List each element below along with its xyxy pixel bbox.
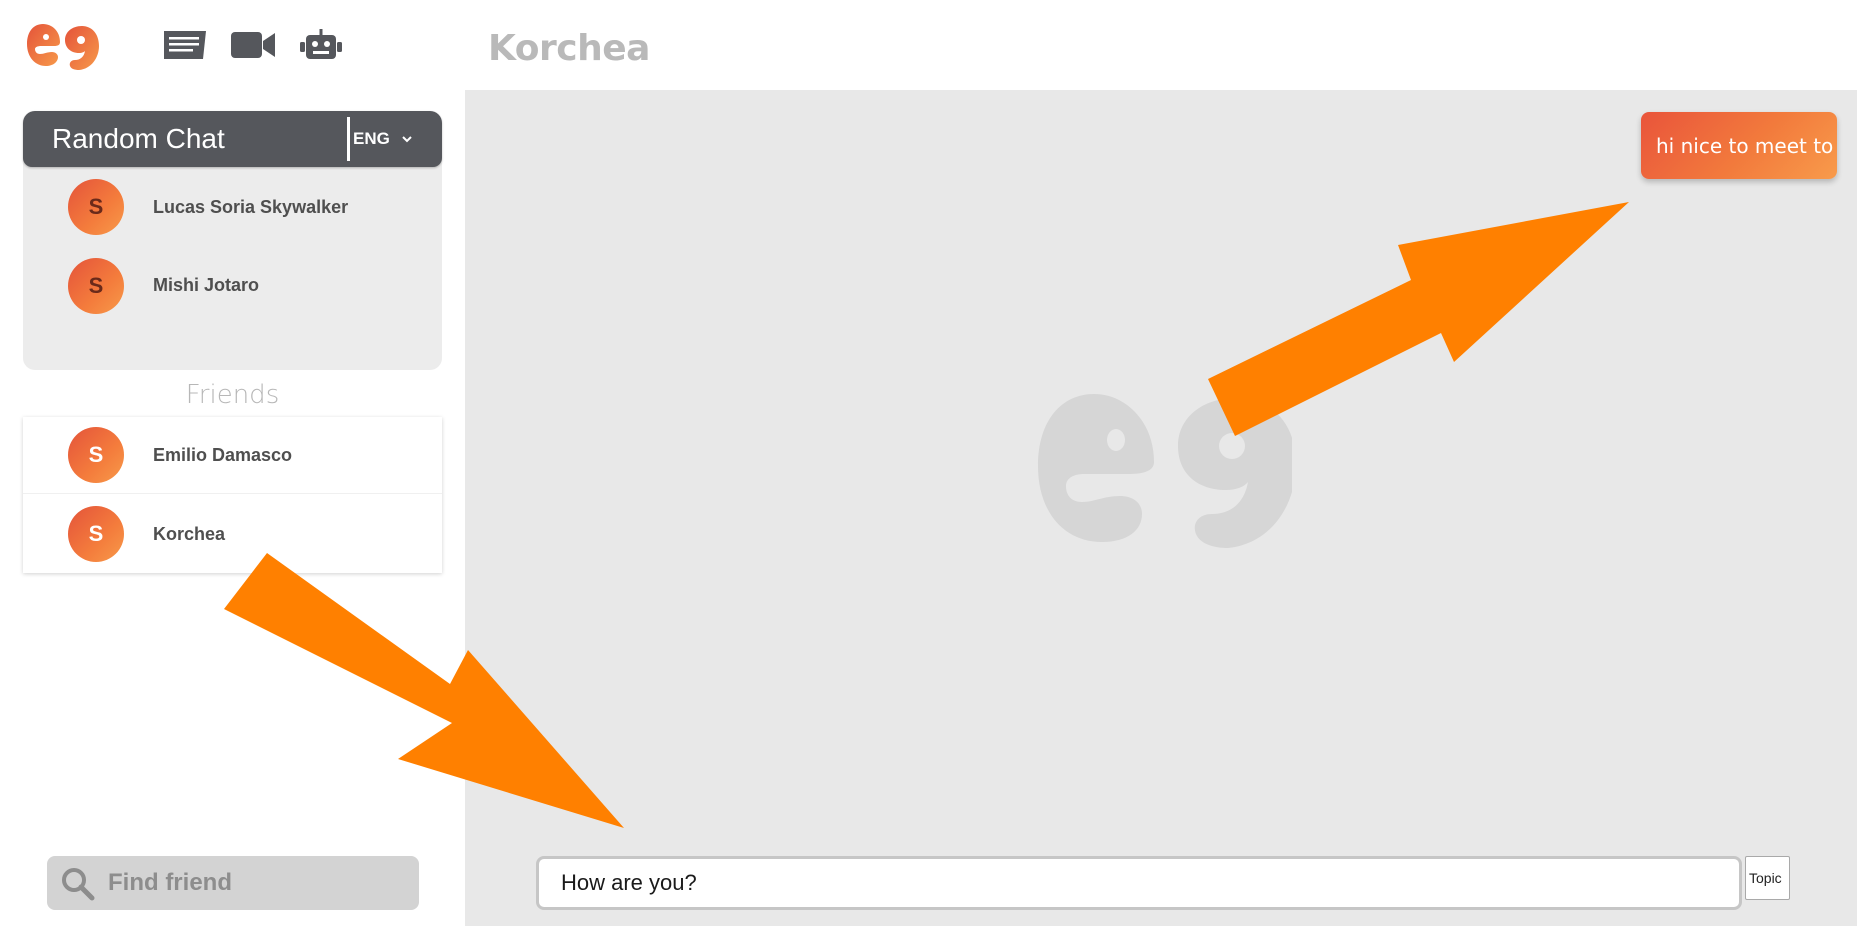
message-input[interactable]: [536, 856, 1742, 910]
video-camera-icon[interactable]: [228, 26, 278, 64]
chevron-down-icon[interactable]: [401, 133, 413, 145]
friend-item[interactable]: S: [68, 427, 124, 483]
random-chat-title: Random Chat: [52, 123, 225, 154]
find-friend-search[interactable]: [47, 856, 419, 910]
avatar: S: [68, 506, 124, 562]
friend-item[interactable]: S: [68, 506, 124, 562]
random-user-item[interactable]: S: [68, 258, 124, 314]
language-divider: [347, 117, 350, 161]
friends-heading: Friends: [185, 380, 280, 410]
app-logo-icon[interactable]: [26, 20, 100, 70]
language-select[interactable]: ENG: [353, 128, 390, 150]
friend-name[interactable]: Korchea: [153, 524, 225, 545]
robot-icon[interactable]: [296, 26, 346, 64]
search-placeholder[interactable]: Find friend: [108, 869, 232, 897]
random-user-name[interactable]: Mishi Jotaro: [153, 275, 259, 296]
avatar: S: [68, 427, 124, 483]
random-user-name[interactable]: Lucas Soria Skywalker: [153, 197, 348, 218]
avatar: S: [68, 179, 124, 235]
message-text: hi nice to meet to: [1656, 134, 1834, 158]
avatar: S: [68, 258, 124, 314]
friend-name[interactable]: Emilio Damasco: [153, 445, 292, 466]
topic-button[interactable]: Topic: [1745, 856, 1790, 900]
chat-list-icon[interactable]: [160, 26, 210, 64]
random-user-item[interactable]: S: [68, 179, 124, 235]
eg-watermark-icon: [1038, 394, 1292, 548]
message-bubble-sent[interactable]: hi nice to meet to: [1641, 112, 1837, 179]
page-title: Korchea: [488, 28, 650, 69]
search-icon: [62, 868, 95, 901]
list-divider: [23, 493, 442, 494]
